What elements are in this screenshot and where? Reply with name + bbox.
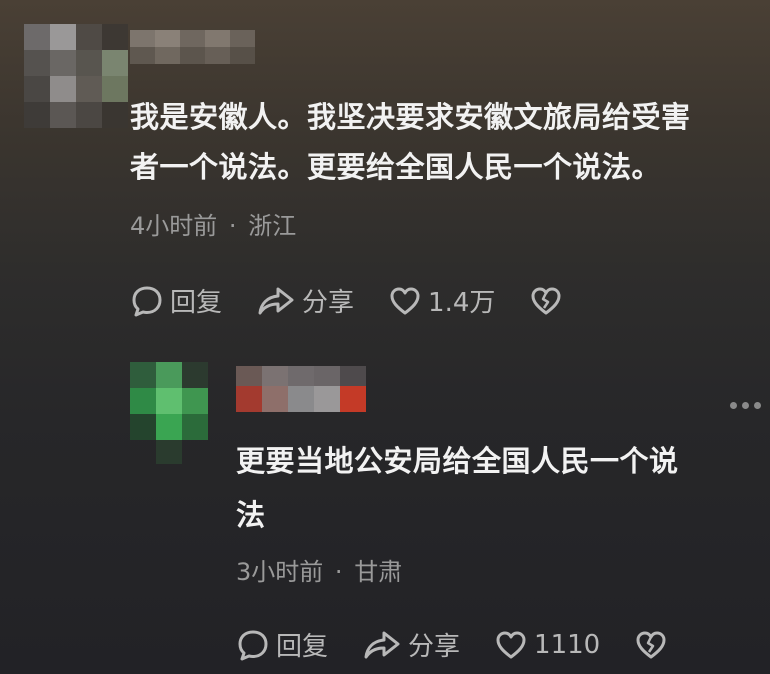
like-button[interactable]: 1110 (494, 629, 600, 661)
comment-2-location: 甘肃 (354, 558, 403, 586)
comment-2-text: 更要当地公安局给全国人民一个说 法 (236, 436, 736, 540)
like-button[interactable]: 1.4万 (388, 282, 495, 319)
comment-2-actions: 回复 分享 1110 (236, 626, 668, 663)
meta-separator: · (228, 212, 237, 240)
comment-1-text-line2: 者一个说法。更要给全国人民一个说法。 (130, 150, 662, 184)
username-2[interactable] (236, 366, 366, 412)
comment-2-text-line2: 法 (236, 498, 266, 532)
dislike-button[interactable] (634, 629, 668, 661)
comment-1-meta: 4小时前 · 浙江 (130, 206, 296, 241)
comment-1-text: 我是安徽人。我坚决要求安徽文旅局给受害 者一个说法。更要给全国人民一个说法。 (130, 92, 760, 192)
dislike-button[interactable] (529, 285, 563, 317)
comment-1-actions: 回复 分享 1.4万 (130, 282, 563, 319)
share-label: 分享 (408, 632, 461, 662)
comment-2-text-line1: 更要当地公安局给全国人民一个说 (236, 444, 679, 478)
like-count: 1.4万 (428, 288, 496, 318)
comment-1-location: 浙江 (248, 212, 297, 240)
comment-2-meta: 3小时前 · 甘肃 (236, 552, 402, 587)
reply-button[interactable]: 回复 (236, 626, 328, 663)
comment-2-time: 3小时前 (236, 558, 324, 586)
share-arrow-icon (364, 631, 400, 658)
username-1[interactable] (130, 30, 255, 64)
comment-1-time: 4小时前 (130, 212, 218, 240)
like-count: 1110 (534, 629, 601, 660)
reply-label: 回复 (170, 288, 223, 318)
share-label: 分享 (302, 288, 355, 318)
avatar-2[interactable] (130, 362, 208, 464)
more-dot (742, 402, 749, 409)
reply-button[interactable]: 回复 (130, 282, 222, 319)
more-dot (754, 402, 761, 409)
broken-heart-icon (531, 287, 561, 314)
avatar-1[interactable] (24, 24, 128, 128)
share-button[interactable]: 分享 (256, 282, 354, 319)
more-dots-icon (730, 402, 737, 409)
comment-1-text-line1: 我是安徽人。我坚决要求安徽文旅局给受害 (130, 100, 691, 134)
reply-label: 回复 (276, 632, 329, 662)
meta-separator: · (334, 558, 343, 586)
reply-bubble-icon (132, 286, 162, 316)
heart-icon (390, 287, 420, 314)
share-arrow-icon (258, 287, 294, 314)
reply-bubble-icon (238, 630, 268, 660)
broken-heart-icon (636, 631, 666, 658)
heart-icon (496, 631, 526, 658)
share-button[interactable]: 分享 (362, 626, 460, 663)
more-options-button[interactable] (730, 402, 761, 409)
